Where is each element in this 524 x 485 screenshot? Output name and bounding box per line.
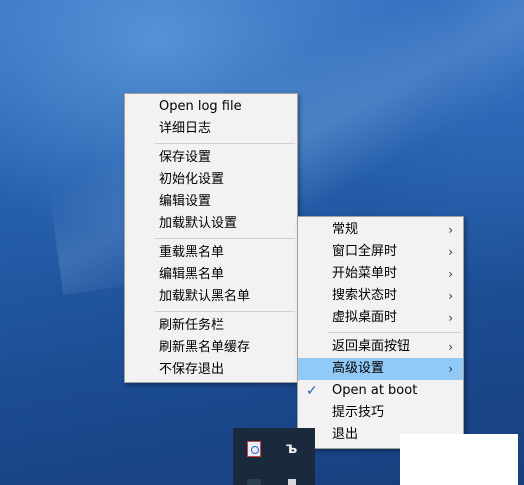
checkmark-icon: ✓	[306, 383, 318, 399]
chevron-right-icon: ›	[448, 245, 453, 259]
menu-item-edit-blacklist[interactable]: 编辑黑名单	[125, 264, 297, 286]
menu-item-reload-blacklist[interactable]: 重载黑名单	[125, 242, 297, 264]
tray-icon[interactable]	[288, 479, 296, 485]
menu-item-label: 编辑黑名单	[159, 267, 225, 282]
menu-item-detailed-log[interactable]: 详细日志	[125, 118, 297, 140]
translucenttb-tray-icon[interactable]: ъ	[286, 439, 297, 457]
menu-item-label: 不保存退出	[159, 362, 225, 377]
menu-item-label: 详细日志	[159, 121, 212, 136]
menu-item-label: 编辑设置	[159, 194, 212, 209]
menu-item-search-state[interactable]: 搜索状态时 ›	[298, 285, 463, 307]
menu-item-label: 虚拟桌面时	[332, 310, 398, 325]
menu-item-label: 保存设置	[159, 150, 212, 165]
menu-item-init-settings[interactable]: 初始化设置	[125, 169, 297, 191]
blank-window-region	[400, 434, 518, 485]
menu-item-show-desktop-button[interactable]: 返回桌面按钮 ›	[298, 336, 463, 358]
chevron-right-icon: ›	[448, 362, 453, 376]
menu-item-general[interactable]: 常规 ›	[298, 219, 463, 241]
menu-item-window-fullscreen[interactable]: 窗口全屏时 ›	[298, 241, 463, 263]
chevron-right-icon: ›	[448, 311, 453, 325]
menu-separator	[155, 143, 295, 144]
menu-item-label: 返回桌面按钮	[332, 339, 411, 354]
tray-icon[interactable]	[247, 479, 261, 485]
menu-item-label: 加载默认黑名单	[159, 289, 251, 304]
menu-item-label: 加载默认设置	[159, 216, 238, 231]
tray-context-menu: Open log file 详细日志 保存设置 初始化设置 编辑设置 加载默认设…	[124, 93, 298, 383]
menu-item-load-default-blacklist[interactable]: 加载默认黑名单	[125, 286, 297, 308]
menu-group-misc: 刷新任务栏 刷新黑名单缓存 不保存退出	[125, 315, 297, 381]
menu-item-label: 开始菜单时	[332, 266, 398, 281]
menu-separator	[155, 238, 295, 239]
tray-main-menu: 常规 › 窗口全屏时 › 开始菜单时 › 搜索状态时 › 虚拟桌面时 › 返回桌…	[297, 216, 464, 449]
menu-group-blacklist: 重载黑名单 编辑黑名单 加载默认黑名单	[125, 242, 297, 308]
menu-item-open-at-boot[interactable]: ✓ Open at boot	[298, 380, 463, 402]
app-tray-icon[interactable]	[247, 441, 261, 457]
menu-item-refresh-taskbar[interactable]: 刷新任务栏	[125, 315, 297, 337]
menu-separator	[328, 332, 461, 333]
menu-item-open-log-file[interactable]: Open log file	[125, 96, 297, 118]
menu-item-save-settings[interactable]: 保存设置	[125, 147, 297, 169]
menu-item-refresh-blacklist-cache[interactable]: 刷新黑名单缓存	[125, 337, 297, 359]
menu-item-label: 高级设置	[332, 361, 385, 376]
menu-item-edit-settings[interactable]: 编辑设置	[125, 191, 297, 213]
menu-item-label: 窗口全屏时	[332, 244, 398, 259]
menu-item-label: 搜索状态时	[332, 288, 398, 303]
menu-item-label: 初始化设置	[159, 172, 225, 187]
menu-item-label: Open log file	[159, 99, 242, 114]
menu-item-exit-without-saving[interactable]: 不保存退出	[125, 359, 297, 381]
menu-group-log: Open log file 详细日志	[125, 96, 297, 140]
chevron-right-icon: ›	[448, 340, 453, 354]
chevron-right-icon: ›	[448, 289, 453, 303]
menu-item-start-menu[interactable]: 开始菜单时 ›	[298, 263, 463, 285]
menu-separator	[155, 311, 295, 312]
chevron-right-icon: ›	[448, 223, 453, 237]
menu-item-label: 刷新黑名单缓存	[159, 340, 251, 355]
chevron-right-icon: ›	[448, 267, 453, 281]
menu-item-label: 重载黑名单	[159, 245, 225, 260]
menu-item-label: 提示技巧	[332, 405, 385, 420]
menu-group-settings: 保存设置 初始化设置 编辑设置 加载默认设置	[125, 147, 297, 235]
menu-item-label: 刷新任务栏	[159, 318, 225, 333]
menu-item-label: Open at boot	[332, 383, 418, 398]
menu-item-label: 退出	[332, 427, 359, 442]
menu-item-advanced-settings[interactable]: 高级设置 ›	[298, 358, 463, 380]
menu-item-tips[interactable]: 提示技巧	[298, 402, 463, 424]
menu-item-virtual-desktop[interactable]: 虚拟桌面时 ›	[298, 307, 463, 329]
menu-item-label: 常规	[332, 222, 359, 237]
tray-overflow-panel: ъ	[233, 428, 315, 485]
menu-item-load-default-settings[interactable]: 加载默认设置	[125, 213, 297, 235]
